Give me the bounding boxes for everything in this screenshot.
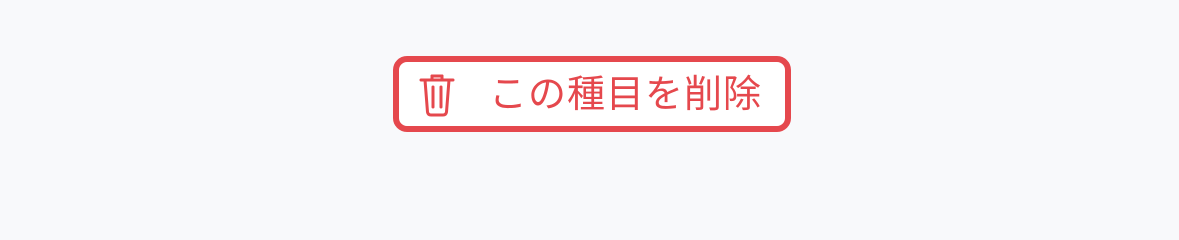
trash-icon — [417, 70, 457, 118]
canvas: この種目を削除 — [0, 0, 1179, 230]
delete-exercise-button[interactable]: この種目を削除 — [393, 56, 791, 132]
delete-button-label: この種目を削除 — [489, 72, 763, 116]
